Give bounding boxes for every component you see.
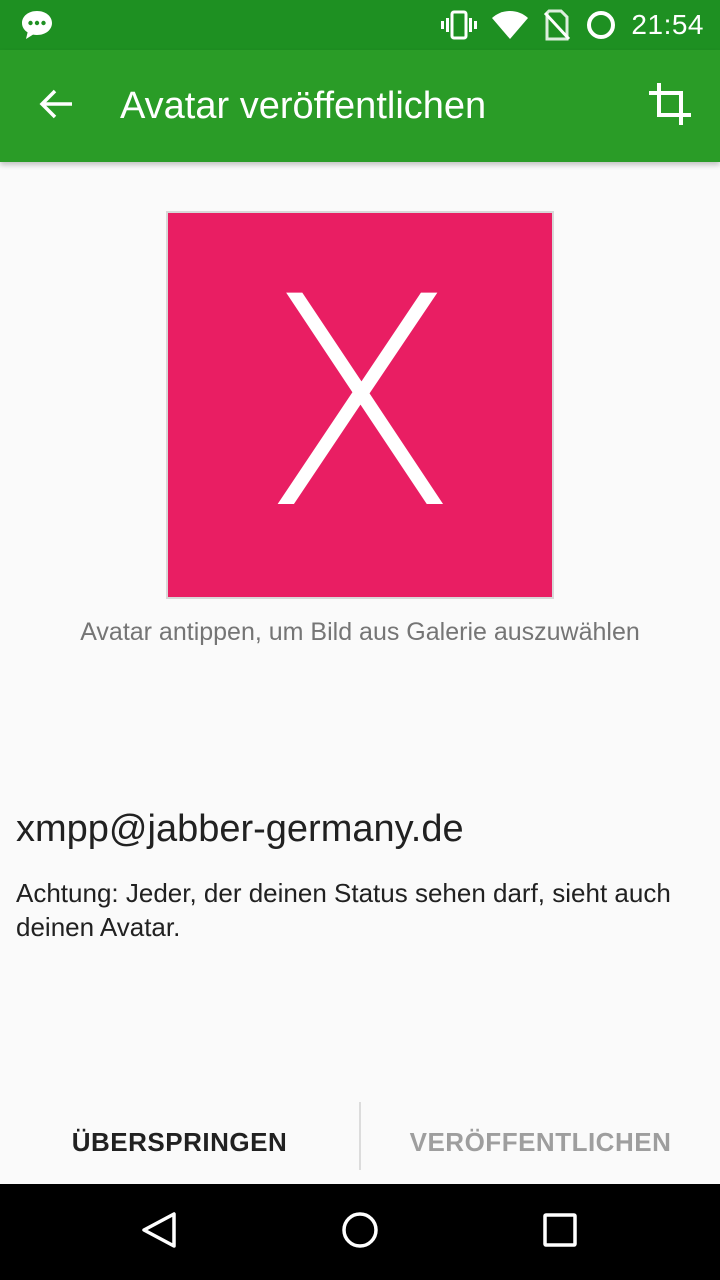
nav-back-button[interactable]	[130, 1202, 190, 1262]
status-bar: 21:54	[0, 0, 720, 50]
crop-icon	[647, 81, 693, 132]
nav-recents-icon	[542, 1212, 578, 1253]
chat-notification-icon	[20, 9, 54, 41]
nav-recents-button[interactable]	[530, 1202, 590, 1262]
visibility-warning: Achtung: Jeder, der deinen Status sehen …	[16, 878, 671, 942]
status-icons: 21:54	[441, 9, 704, 41]
nav-back-icon	[140, 1210, 180, 1255]
publish-button[interactable]: VERÖFFENTLICHEN	[361, 1100, 720, 1184]
nav-home-button[interactable]	[330, 1202, 390, 1262]
wifi-icon	[491, 10, 529, 40]
avatar-hint: Avatar antippen, um Bild aus Galerie aus…	[80, 618, 640, 646]
crop-button[interactable]	[640, 76, 700, 136]
status-time: 21:54	[631, 9, 704, 40]
vibrate-icon	[441, 10, 478, 40]
avatar-letter: X	[260, 236, 460, 573]
account-jid: xmpp@jabber-germany.de	[16, 808, 464, 850]
page-title: Avatar veröffentlichen	[120, 84, 487, 127]
arrow-back-icon	[38, 86, 74, 127]
navigation-bar	[0, 1184, 720, 1280]
no-sim-icon	[543, 9, 571, 41]
skip-button[interactable]: ÜBERSPRINGEN	[0, 1100, 359, 1184]
action-buttons: ÜBERSPRINGEN VERÖFFENTLICHEN	[0, 1100, 720, 1184]
screen: 21:54 Avatar veröffentlichen X Avatar an…	[0, 0, 720, 1280]
back-button[interactable]	[28, 78, 84, 134]
nav-home-icon	[340, 1210, 380, 1255]
avatar-picker[interactable]: X	[166, 211, 554, 599]
app-bar: Avatar veröffentlichen	[0, 50, 720, 162]
battery-ring-icon	[585, 9, 617, 41]
